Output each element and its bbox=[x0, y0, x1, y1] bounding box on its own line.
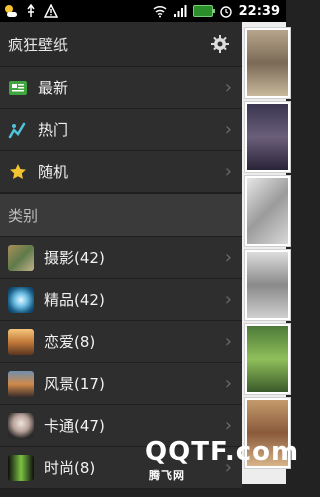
section-label: 类别 bbox=[8, 206, 39, 225]
category-label: 时尚(8) bbox=[44, 459, 96, 477]
section-header-categories: 类别 bbox=[0, 193, 242, 237]
gear-icon[interactable] bbox=[210, 34, 230, 54]
usb-icon bbox=[27, 4, 35, 17]
category-item-premium[interactable]: 精品(42) › bbox=[0, 279, 242, 321]
chevron-right-icon: › bbox=[224, 331, 232, 352]
category-thumbnail bbox=[8, 412, 34, 439]
wallpaper-thumbnail[interactable] bbox=[245, 28, 290, 98]
chevron-right-icon: › bbox=[224, 415, 232, 436]
chevron-right-icon: › bbox=[224, 161, 232, 182]
trend-icon bbox=[8, 120, 28, 140]
nav-item-label: 热门 bbox=[38, 121, 69, 139]
wallpaper-grid-peek bbox=[242, 22, 290, 484]
chevron-right-icon: › bbox=[224, 77, 232, 98]
drawer-header: 疯狂壁纸 bbox=[0, 22, 242, 67]
category-thumbnail bbox=[8, 244, 34, 271]
signal-icon bbox=[173, 5, 187, 17]
category-thumbnail bbox=[8, 370, 34, 397]
category-label: 精品(42) bbox=[44, 291, 105, 309]
wallpaper-thumbnail[interactable] bbox=[245, 250, 290, 320]
watermark-text: QQTF.com bbox=[145, 437, 300, 467]
nav-item-label: 随机 bbox=[38, 163, 69, 181]
nav-item-label: 最新 bbox=[38, 79, 69, 97]
category-thumbnail bbox=[8, 286, 34, 313]
category-thumbnail bbox=[8, 328, 34, 355]
status-bar: 22:39 bbox=[0, 0, 286, 22]
alarm-icon bbox=[219, 6, 232, 18]
watermark: QQTF.com 腾飞网 bbox=[145, 437, 299, 497]
category-item-photography[interactable]: 摄影(42) › bbox=[0, 237, 242, 279]
chevron-right-icon: › bbox=[224, 247, 232, 268]
weather-icon bbox=[5, 5, 17, 17]
category-label: 风景(17) bbox=[44, 375, 105, 393]
status-time: 22:39 bbox=[238, 3, 280, 19]
star-icon bbox=[8, 162, 28, 182]
navigation-drawer: 疯狂壁纸 最新 › 热门 › 随机 › 类别 摄影(42) › 精品(42) ›… bbox=[0, 22, 242, 489]
nav-item-latest[interactable]: 最新 › bbox=[0, 67, 242, 109]
wifi-icon bbox=[153, 5, 167, 18]
app-title: 疯狂壁纸 bbox=[8, 35, 69, 54]
category-label: 恋爱(8) bbox=[44, 333, 96, 351]
battery-icon bbox=[192, 5, 215, 17]
chevron-right-icon: › bbox=[224, 119, 232, 140]
category-label: 摄影(42) bbox=[44, 249, 105, 267]
chevron-right-icon: › bbox=[224, 289, 232, 310]
category-item-love[interactable]: 恋爱(8) › bbox=[0, 321, 242, 363]
nav-item-random[interactable]: 随机 › bbox=[0, 151, 242, 193]
chevron-right-icon: › bbox=[224, 373, 232, 394]
nav-item-hot[interactable]: 热门 › bbox=[0, 109, 242, 151]
category-item-scenery[interactable]: 风景(17) › bbox=[0, 363, 242, 405]
news-icon bbox=[8, 78, 28, 98]
category-thumbnail bbox=[8, 454, 34, 481]
wallpaper-thumbnail[interactable] bbox=[245, 176, 290, 246]
watermark-side-text: 腾飞网 bbox=[149, 469, 185, 482]
wallpaper-thumbnail[interactable] bbox=[245, 324, 290, 394]
wallpaper-thumbnail[interactable] bbox=[245, 102, 290, 172]
warning-icon bbox=[44, 4, 58, 18]
category-label: 卡通(47) bbox=[44, 417, 105, 435]
